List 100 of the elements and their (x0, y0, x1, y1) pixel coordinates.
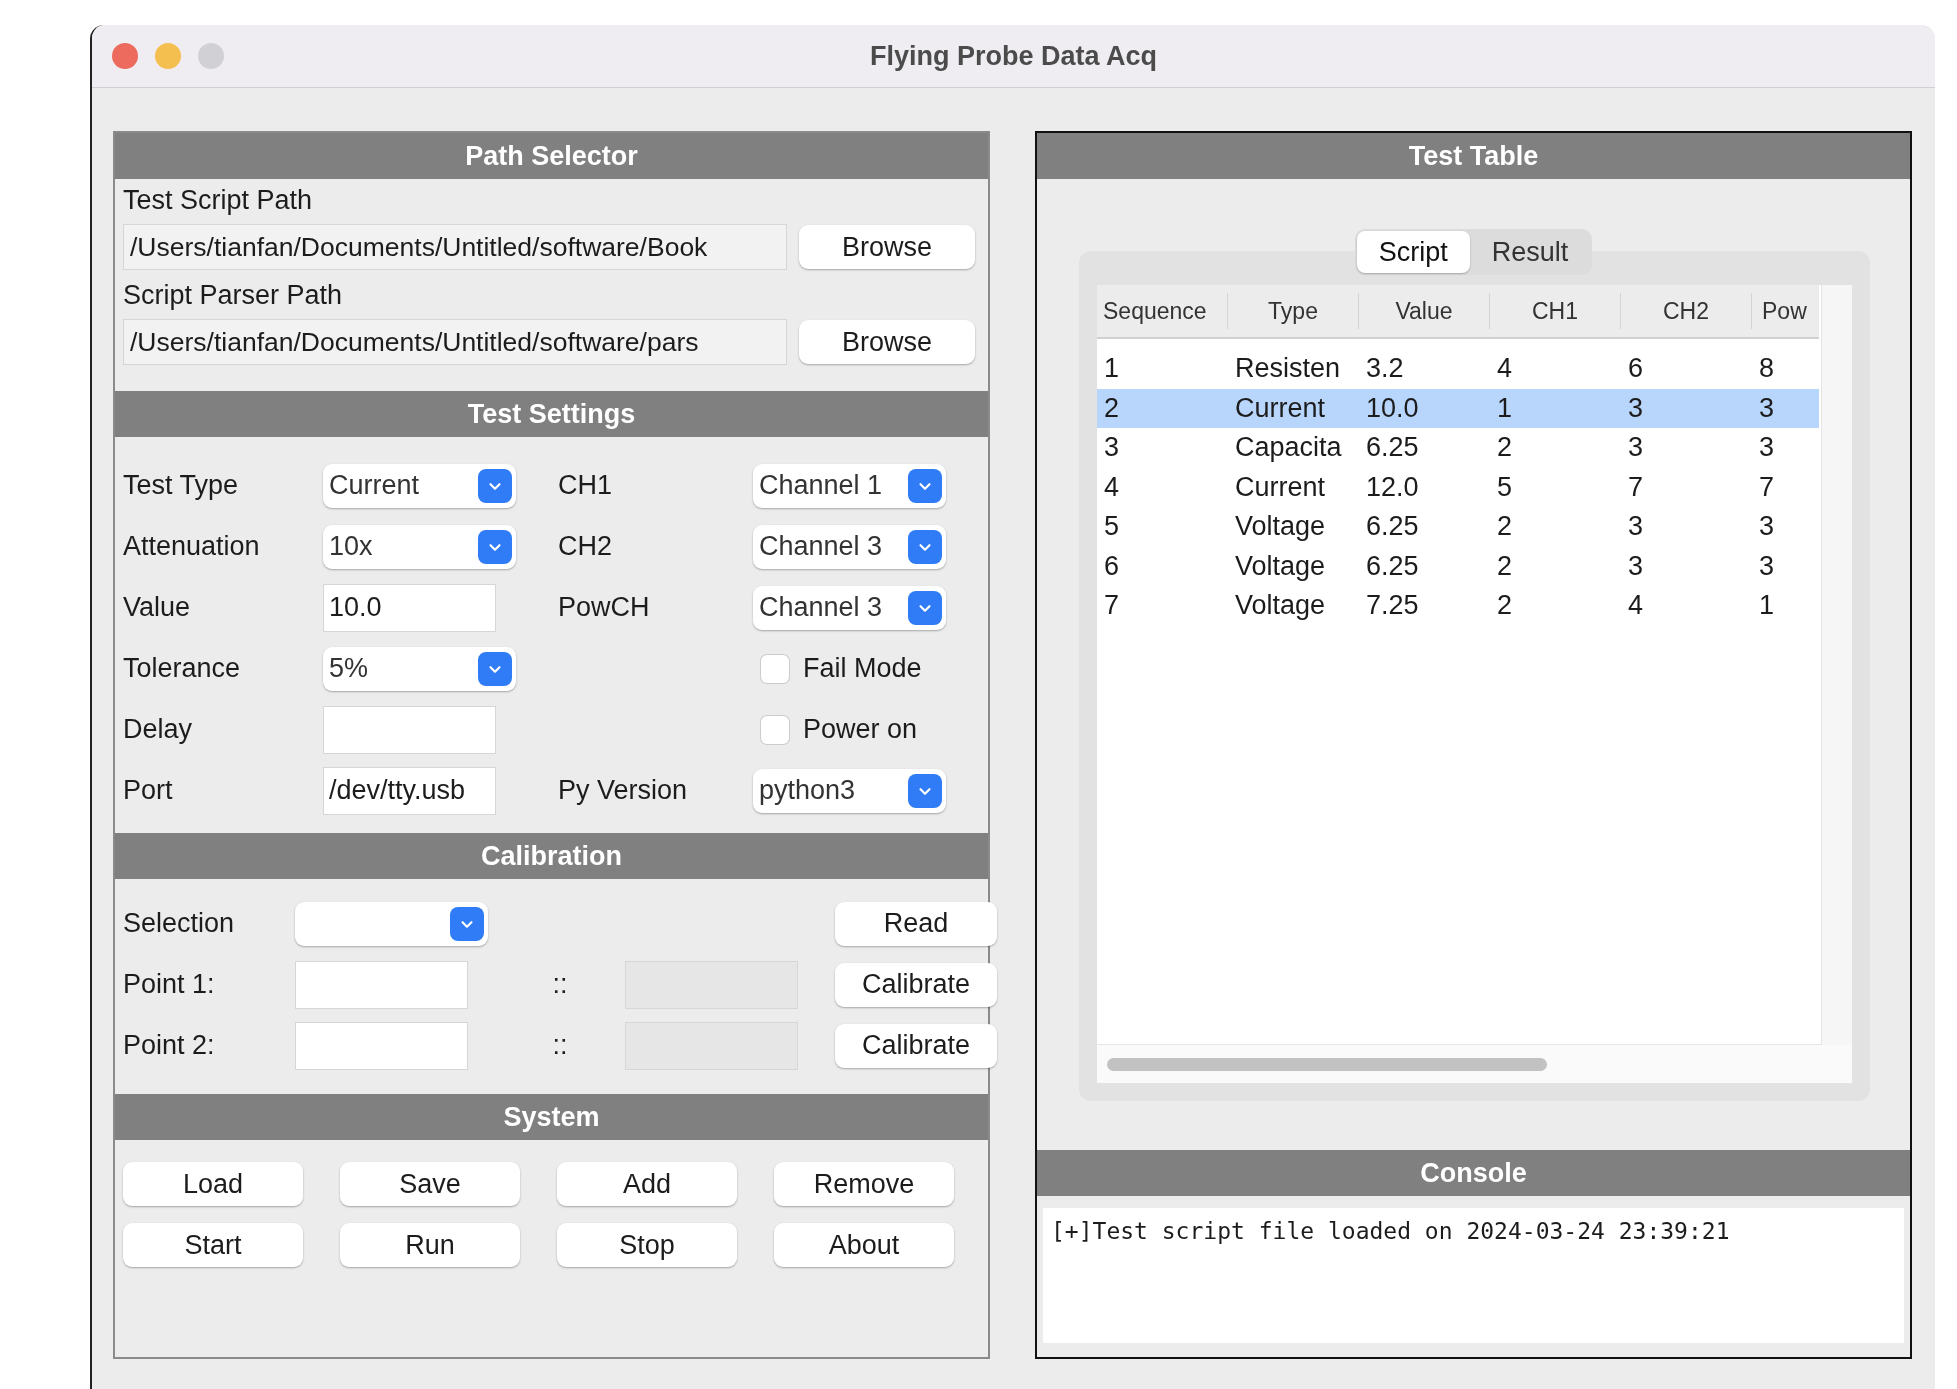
table-cell-text: 3 (1758, 432, 1776, 464)
browse-button[interactable]: Browse (799, 225, 975, 269)
point-label: Point 2: (123, 1030, 216, 1061)
checkbox[interactable] (761, 654, 789, 683)
table-row[interactable]: 4 Current 12.0 5 7 7 (1097, 467, 1819, 507)
table-cell-text: 6.25 (1365, 550, 1420, 582)
section-header: Path Selector (115, 133, 988, 179)
setting-label: Py Version (558, 775, 689, 806)
input-field[interactable] (295, 960, 468, 1009)
table-cell-text: 2 (1496, 511, 1514, 543)
setting-label: Delay (123, 714, 194, 745)
table-cell-text: 3.2 (1365, 353, 1405, 385)
section-header: Test Table (1037, 133, 1910, 179)
table-cell-text: 6.25 (1365, 432, 1420, 464)
system-button[interactable]: Start (123, 1223, 303, 1267)
input-field[interactable]: 10.0 (323, 583, 496, 632)
section-header: Calibration (115, 833, 988, 879)
table-cell-text: 1 (1496, 392, 1514, 424)
setting-label: CH2 (558, 531, 613, 562)
setting-label: Value (123, 592, 192, 623)
setting-label: Tolerance (123, 653, 242, 684)
table-cell-text: 1 (1758, 590, 1776, 622)
read-button[interactable]: Read (835, 901, 997, 946)
table-row[interactable]: 3 Capacita 6.25 2 3 3 (1097, 428, 1819, 468)
calibrate-button[interactable]: Calibrate (835, 962, 997, 1007)
minimize-button[interactable] (155, 43, 181, 69)
column-header[interactable]: Value (1359, 293, 1490, 329)
column-header[interactable]: CH1 (1490, 293, 1621, 329)
table-cell-text: 3 (1627, 511, 1645, 543)
system-button[interactable]: Run (340, 1223, 520, 1267)
vertical-scrollbar[interactable] (1821, 285, 1852, 1045)
section-header: Test Settings (115, 391, 988, 437)
tab[interactable]: Result (1469, 231, 1591, 273)
system-button[interactable]: Save (340, 1162, 520, 1206)
dropdown[interactable]: Channel 3 (753, 585, 946, 630)
checkbox[interactable] (761, 715, 789, 744)
setting-label: PowCH (558, 592, 651, 623)
dropdown[interactable]: 5% (323, 646, 516, 691)
system-button[interactable]: Stop (557, 1223, 737, 1267)
column-header[interactable]: Type (1228, 293, 1359, 329)
system-button[interactable]: Add (557, 1162, 737, 1206)
column-header[interactable]: Sequence (1097, 293, 1228, 329)
chevron-down-icon (450, 906, 484, 941)
table-row[interactable]: 2 Current 10.0 1 3 3 (1097, 388, 1819, 428)
separator-text: :: (551, 969, 569, 1000)
field-label: Test Script Path (123, 185, 314, 216)
checkbox-label: Power on (803, 714, 918, 745)
dropdown[interactable]: Channel 1 (753, 463, 946, 508)
system-button[interactable]: Remove (774, 1162, 954, 1206)
system-button[interactable]: Load (123, 1162, 303, 1206)
input-field[interactable] (295, 1021, 468, 1070)
path-field[interactable]: /Users/tianfan/Documents/Untitled/software/pars (123, 319, 787, 365)
dropdown[interactable]: Current (323, 463, 516, 508)
separator-text: :: (551, 1030, 569, 1061)
table-cell-text: 1 (1103, 353, 1121, 385)
table-cell-text: 2 (1103, 392, 1121, 424)
system-button[interactable]: About (774, 1223, 954, 1267)
calibrate-button[interactable]: Calibrate (835, 1023, 997, 1068)
table-cell-text: 7 (1103, 590, 1121, 622)
scroll-thumb[interactable] (1107, 1057, 1547, 1071)
point-label: Point 1: (123, 969, 216, 1000)
table-cell-text: 3 (1758, 511, 1776, 543)
table-cell-text: 8 (1758, 353, 1776, 385)
dropdown[interactable]: python3 (753, 768, 946, 813)
table-row[interactable]: 7 Voltage 7.25 2 4 1 (1097, 586, 1819, 626)
dropdown[interactable]: 10x (323, 524, 516, 569)
table-cell-text: 3 (1103, 432, 1121, 464)
table-cell-text: 4 (1103, 471, 1121, 503)
input-field[interactable]: /dev/tty.usb (323, 766, 496, 815)
chevron-down-icon (908, 773, 942, 808)
table-cell-text: 2 (1496, 432, 1514, 464)
table-cell-text: 4 (1496, 353, 1514, 385)
input-field[interactable] (323, 705, 496, 754)
table-cell-text: 3 (1758, 392, 1776, 424)
tab[interactable]: Script (1356, 231, 1470, 273)
table-cell-text: Voltage (1234, 590, 1327, 622)
chevron-down-icon (478, 529, 512, 564)
dropdown[interactable]: Channel 3 (753, 524, 946, 569)
setting-label: Attenuation (123, 531, 261, 562)
table-cell-text: 10.0 (1365, 392, 1420, 424)
table-cell-text: 6.25 (1365, 511, 1420, 543)
selection-dropdown[interactable] (295, 901, 488, 946)
table-cell-text: Current (1234, 471, 1327, 503)
setting-label: Port (123, 775, 174, 806)
close-button[interactable] (112, 43, 138, 69)
table-cell-text: 12.0 (1365, 471, 1420, 503)
field-label: Script Parser Path (123, 280, 344, 311)
table-cell-text: 7.25 (1365, 590, 1420, 622)
table-cell-text: 7 (1627, 471, 1645, 503)
table-cell-text: 7 (1758, 471, 1776, 503)
table-row[interactable]: 1 Resisten 3.2 4 6 8 (1097, 349, 1819, 389)
table-cell-text: Voltage (1234, 550, 1327, 582)
zoom-button[interactable] (198, 43, 224, 69)
column-header[interactable]: CH2 (1621, 293, 1752, 329)
column-header[interactable]: Pow (1752, 293, 1819, 329)
table-row[interactable]: 5 Voltage 6.25 2 3 3 (1097, 507, 1819, 547)
table-row[interactable]: 6 Voltage 6.25 2 3 3 (1097, 546, 1819, 586)
path-field[interactable]: /Users/tianfan/Documents/Untitled/software/Book (123, 224, 787, 270)
browse-button[interactable]: Browse (799, 320, 975, 364)
horizontal-scrollbar[interactable] (1097, 1044, 1852, 1083)
